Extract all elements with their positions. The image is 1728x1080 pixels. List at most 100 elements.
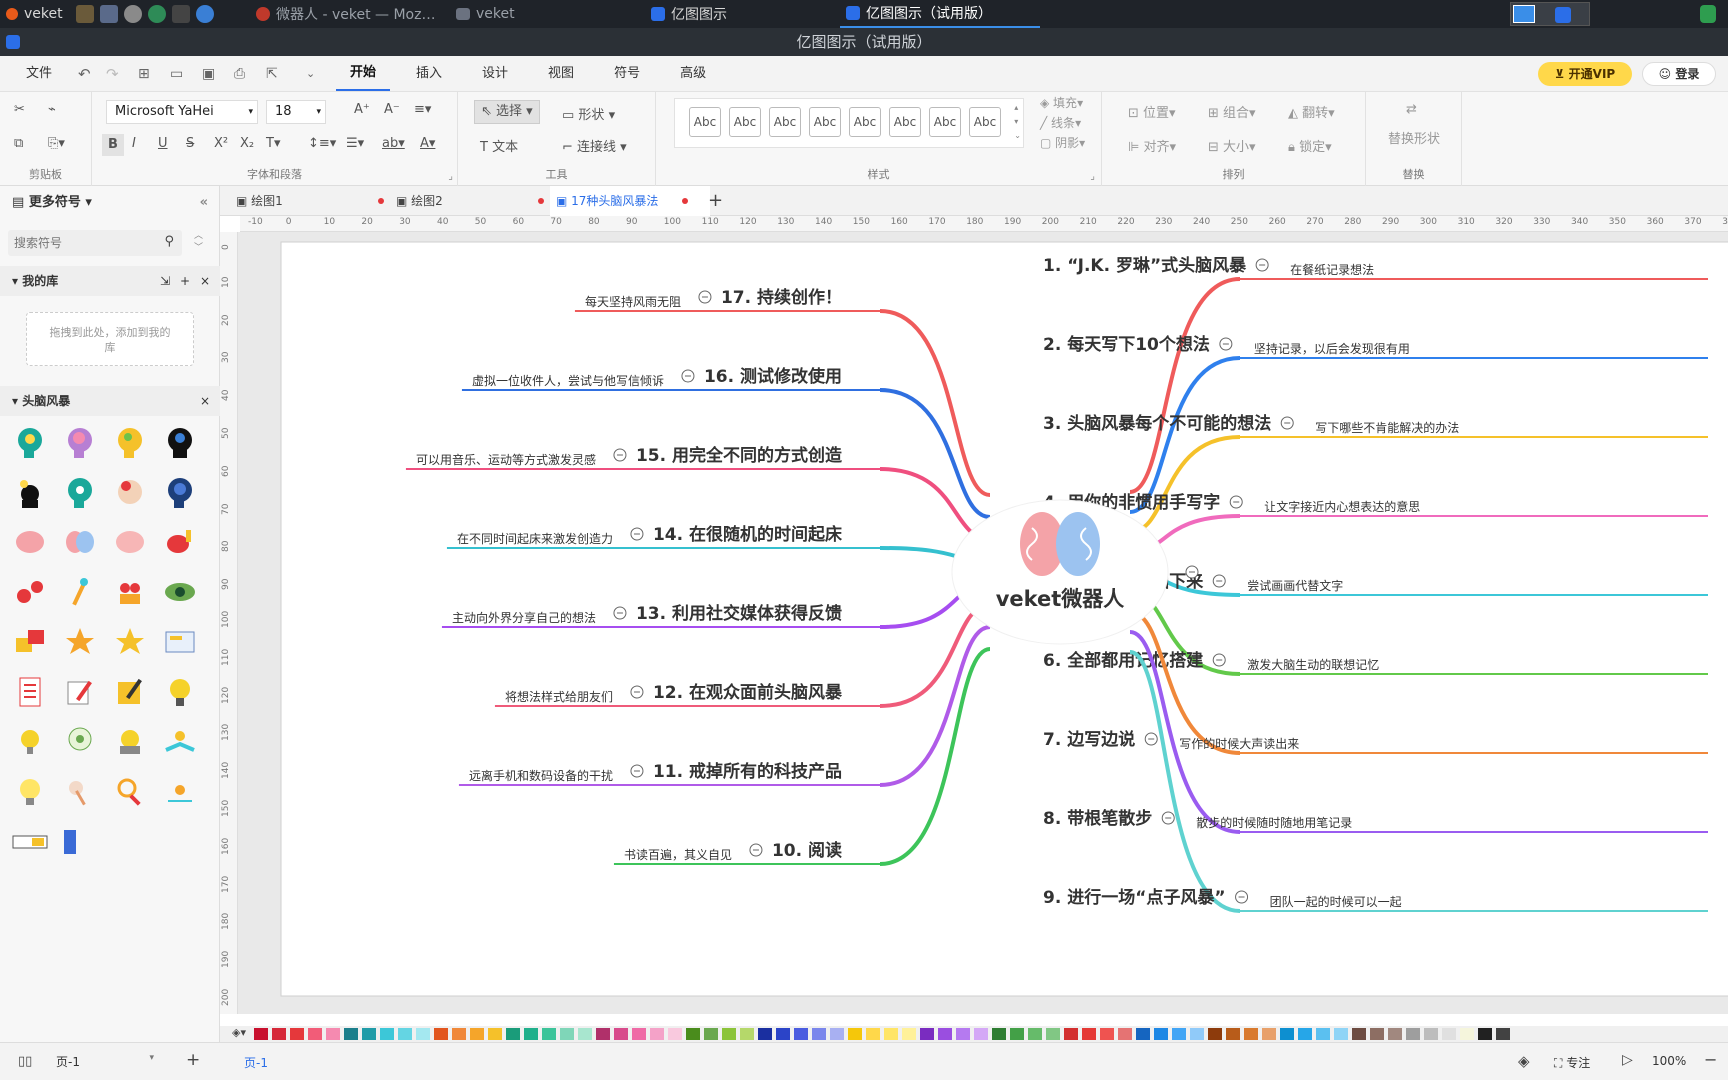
color-swatch[interactable] — [1334, 1028, 1348, 1040]
scroll-arrows-icon[interactable]: ︿ ﹀ — [194, 230, 203, 254]
format-painter-icon[interactable]: ⌁ — [48, 102, 56, 117]
style-swatch[interactable]: Abc — [689, 107, 721, 137]
branch-note[interactable]: 团队一起的时候可以一起 — [1270, 894, 1402, 909]
color-swatch[interactable] — [1442, 1028, 1456, 1040]
print-icon[interactable]: ⎙ — [234, 66, 266, 82]
style-swatch[interactable]: Abc — [929, 107, 961, 137]
branch-note[interactable]: 坚持记录，以后会发现很有用 — [1254, 341, 1410, 356]
align-button[interactable]: ⊫ 对齐▾ — [1128, 136, 1176, 155]
color-swatch[interactable] — [1388, 1028, 1402, 1040]
checklist-icon[interactable] — [10, 672, 50, 712]
slider-idea-icon[interactable] — [10, 822, 50, 862]
text-tool-button[interactable]: T 文本 — [480, 136, 518, 155]
vip-button[interactable]: ⊻ 开通VIP — [1538, 62, 1632, 86]
style-swatch[interactable]: Abc — [729, 107, 761, 137]
text-format-icon[interactable]: T▾ — [266, 136, 280, 151]
lock-button[interactable]: 🔒︎ 锁定▾ — [1288, 136, 1332, 155]
head-bulb-icon[interactable] — [10, 422, 50, 462]
color-swatch[interactable] — [362, 1028, 376, 1040]
focus-button[interactable]: ⛶ 专注 — [1554, 1054, 1590, 1071]
branch-note[interactable]: 书读百遍，其义自见 — [624, 848, 732, 862]
style-swatch[interactable]: Abc — [969, 107, 1001, 137]
connector-tool-button[interactable]: ⌐ 连接线 ▾ — [562, 136, 627, 155]
tab-drawing2[interactable]: ▣ 绘图2 — [396, 186, 546, 216]
line-spacing-icon[interactable]: ↕≡▾ — [308, 136, 336, 151]
taskbar-app-veket[interactable]: veket — [0, 0, 70, 28]
color-swatch[interactable] — [1136, 1028, 1150, 1040]
magnifier-icon[interactable] — [110, 772, 150, 812]
search-field[interactable] — [8, 230, 148, 256]
play-icon[interactable]: ▷ — [1622, 1052, 1633, 1068]
branch-note[interactable]: 虚拟一位收件人，尝试与他写信倾诉 — [472, 373, 664, 388]
line-button[interactable]: ╱ 线条▾ — [1040, 114, 1081, 131]
color-swatch[interactable] — [398, 1028, 412, 1040]
color-swatch[interactable] — [920, 1028, 934, 1040]
layers-icon[interactable]: ◈ — [1518, 1052, 1530, 1070]
central-topic[interactable] — [951, 499, 1169, 645]
color-swatch[interactable] — [902, 1028, 916, 1040]
color-swatch[interactable] — [1370, 1028, 1384, 1040]
branch-title[interactable]: 14. 在很随机的时间起床 — [653, 524, 843, 545]
brain-pink-icon[interactable] — [10, 522, 50, 562]
search-icon[interactable]: ⚲ — [164, 234, 174, 249]
taskbar-thumbnail[interactable] — [1510, 2, 1590, 26]
select-tool-button[interactable]: ⇖ 选择 ▾ — [474, 100, 540, 124]
font-color-icon[interactable]: A▾ — [420, 136, 435, 151]
bulb-gears-icon[interactable] — [60, 722, 100, 762]
branch-title[interactable]: 8. 带根笔散步 — [1043, 808, 1152, 829]
branch-title[interactable]: 16. 测试修改使用 — [704, 366, 842, 387]
page-select[interactable]: 页-1 ▾ — [56, 1053, 158, 1070]
color-swatch[interactable] — [1496, 1028, 1510, 1040]
color-swatch[interactable] — [1424, 1028, 1438, 1040]
color-swatch[interactable] — [686, 1028, 700, 1040]
section-my-library[interactable]: ▾ 我的库 ⇲ + × — [0, 266, 220, 296]
strikethrough-icon[interactable]: S — [186, 136, 194, 151]
tab-design[interactable]: 设计 — [468, 56, 522, 92]
branch-note[interactable]: 在餐纸记录想法 — [1290, 262, 1374, 277]
note-icon[interactable] — [110, 672, 150, 712]
italic-icon[interactable]: I — [132, 136, 136, 151]
branch-note[interactable]: 写下哪些不肯能解决的办法 — [1315, 420, 1459, 435]
color-swatch[interactable] — [488, 1028, 502, 1040]
color-swatch[interactable] — [1226, 1028, 1240, 1040]
tab-advanced[interactable]: 高级 — [666, 56, 720, 92]
list-icon[interactable]: ☰▾ — [346, 136, 364, 151]
explosion-icon[interactable] — [110, 622, 150, 662]
color-swatch[interactable] — [704, 1028, 718, 1040]
magic-wand-icon[interactable] — [60, 572, 100, 612]
color-swatch[interactable] — [272, 1028, 286, 1040]
branch-title[interactable]: 10. 阅读 — [772, 840, 842, 861]
export-icon[interactable]: ⇱ — [266, 66, 306, 82]
branch-title[interactable]: 1. “J.K. 罗琳”式头脑风暴 — [1043, 255, 1247, 276]
taskbar-window-folder[interactable]: veket — [450, 0, 645, 28]
color-swatch[interactable] — [632, 1028, 646, 1040]
taskbar-window-firefox[interactable]: 微器人 - veket — Moz… — [250, 0, 450, 28]
eye-icon[interactable] — [160, 572, 200, 612]
expand-icon[interactable]: ⌟ — [1090, 171, 1095, 182]
color-swatch[interactable] — [1172, 1028, 1186, 1040]
color-swatch[interactable] — [1352, 1028, 1366, 1040]
color-swatch[interactable] — [1280, 1028, 1294, 1040]
bulb-icon[interactable] — [160, 672, 200, 712]
style-swatch[interactable]: Abc — [769, 107, 801, 137]
color-swatch[interactable] — [524, 1028, 538, 1040]
color-swatch[interactable] — [668, 1028, 682, 1040]
superscript-icon[interactable]: X² — [214, 136, 228, 151]
close-icon[interactable]: × — [200, 266, 210, 296]
redo-icon[interactable]: ↷ — [106, 65, 138, 83]
group-button[interactable]: ⊞ 组合▾ — [1208, 102, 1256, 121]
branch-note[interactable]: 让文字接近内心想表达的意思 — [1264, 499, 1420, 514]
head-navy-icon[interactable] — [160, 472, 200, 512]
color-swatch[interactable] — [452, 1028, 466, 1040]
color-swatch[interactable] — [848, 1028, 862, 1040]
bulb-glow-icon[interactable] — [10, 772, 50, 812]
replace-shape-button[interactable]: 替换形状 — [1388, 128, 1440, 147]
tab-symbol[interactable]: 符号 — [600, 56, 654, 92]
tab-view[interactable]: 视图 — [534, 56, 588, 92]
tab-insert[interactable]: 插入 — [402, 56, 456, 92]
branch-title[interactable]: 12. 在观众面前头脑风暴 — [653, 682, 843, 703]
color-swatch[interactable] — [596, 1028, 610, 1040]
align-icon[interactable]: ≡▾ — [414, 102, 431, 117]
color-swatch[interactable] — [506, 1028, 520, 1040]
color-swatch[interactable] — [542, 1028, 556, 1040]
